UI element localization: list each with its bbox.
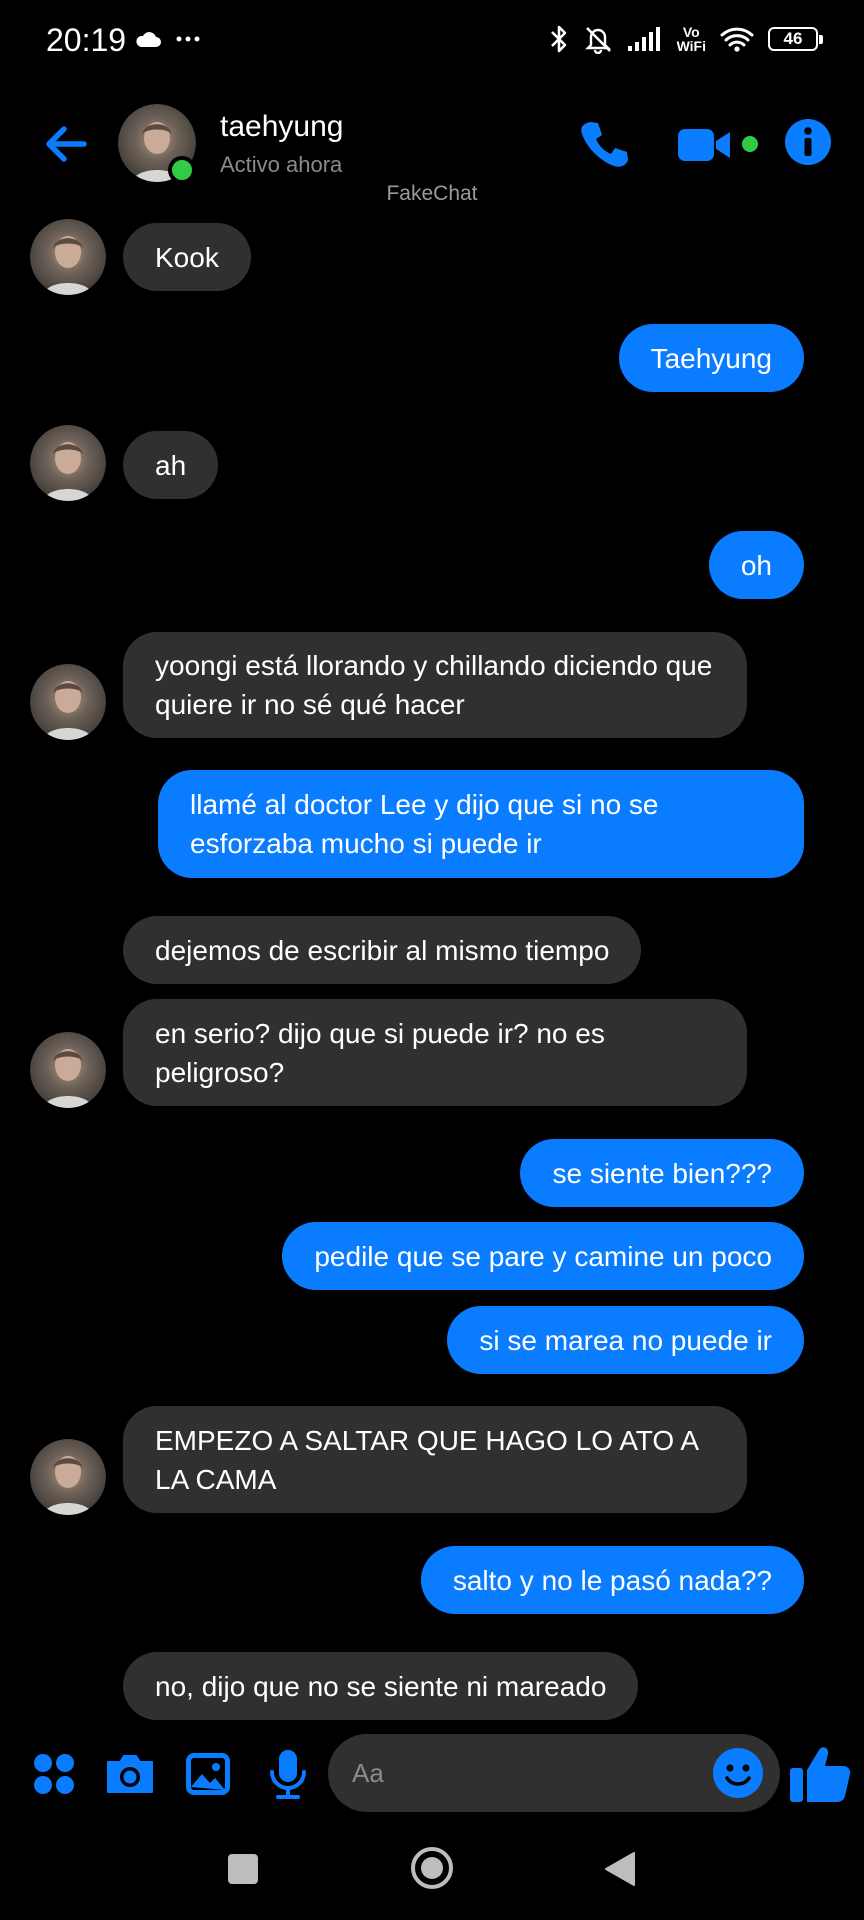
thumbs-up-icon[interactable] [788,1740,854,1806]
online-indicator [168,156,196,184]
message-bubble-incoming[interactable]: en serio? dijo que si puede ir? no es pe… [123,999,747,1106]
system-navigation-bar [0,1820,864,1920]
battery-indicator: 46 [768,27,823,51]
status-time: 20:19 [46,22,127,58]
bell-muted-icon [584,27,611,54]
vowifi-indicator: Vo WiFi [676,24,706,54]
recents-button[interactable] [228,1854,258,1884]
message-bubble-outgoing[interactable]: se siente bien??? [520,1139,804,1207]
back-arrow-icon[interactable] [40,118,92,170]
chat-header: taehyung Activo ahora [0,96,864,196]
info-icon[interactable] [784,118,832,166]
message-bubble-outgoing[interactable]: Taehyung [618,324,804,392]
video-camera-icon[interactable] [676,124,736,166]
home-button[interactable] [410,1846,454,1890]
message-bubble-incoming[interactable]: no, dijo que no se siente ni mareado [123,1652,639,1720]
message-composer [0,1730,864,1816]
message-bubble-outgoing[interactable]: pedile que se pare y camine un poco [282,1222,804,1290]
watermark: FakeChat [386,182,478,205]
phone-icon[interactable] [576,116,632,172]
emoji-icon[interactable] [712,1747,764,1799]
signal-icon [627,27,660,51]
video-active-dot [742,136,758,152]
message-bubble-outgoing[interactable]: salto y no le pasó nada?? [420,1546,804,1614]
microphone-icon[interactable] [260,1746,316,1802]
bluetooth-icon [550,25,566,53]
message-bubble-outgoing[interactable]: llamé al doctor Lee y dijo que si no se … [158,770,804,878]
gallery-icon[interactable] [180,1746,236,1802]
apps-grid-icon[interactable] [26,1746,82,1802]
message-bubble-incoming[interactable]: dejemos de escribir al mismo tiempo [123,916,642,984]
message-input-container [328,1734,780,1812]
message-avatar[interactable] [30,219,106,295]
more-dots-icon [176,36,200,42]
nav-back-button[interactable] [602,1850,638,1888]
message-bubble-incoming[interactable]: yoongi está llorando y chillando diciend… [123,632,747,738]
message-bubble-outgoing[interactable]: si se marea no puede ir [447,1306,804,1374]
message-avatar[interactable] [30,425,106,501]
message-avatar[interactable] [30,1439,106,1515]
status-bar: 20:19 Vo WiFi 46 [0,0,864,84]
message-bubble-incoming[interactable]: ah [123,431,219,499]
message-avatar[interactable] [30,1032,106,1108]
contact-name[interactable]: taehyung [220,110,343,144]
message-bubble-incoming[interactable]: Kook [123,223,251,291]
message-bubble-incoming[interactable]: EMPEZO A SALTAR QUE HAGO LO ATO A LA CAM… [123,1406,747,1513]
wifi-icon [720,27,754,52]
message-input[interactable] [352,1734,692,1812]
message-avatar[interactable] [30,664,106,740]
contact-status: Activo ahora [220,152,343,177]
cloud-icon [136,32,161,47]
message-bubble-outgoing[interactable]: oh [708,531,804,599]
camera-icon[interactable] [102,1746,158,1802]
